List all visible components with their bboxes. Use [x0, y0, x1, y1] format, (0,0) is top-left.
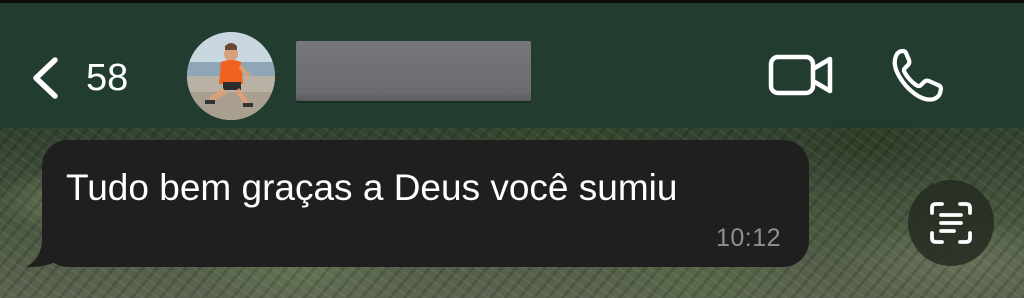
video-call-button[interactable] [768, 51, 834, 99]
voice-call-button[interactable] [890, 47, 948, 103]
chevron-left-icon [33, 57, 58, 99]
unread-count: 58 [86, 57, 129, 99]
contact-name-redacted[interactable] [296, 41, 531, 101]
scan-text-button[interactable] [908, 180, 994, 266]
chat-screen: 58 Tudo bem graças a Deus você sumiu 10:… [0, 0, 1024, 298]
message-bubble[interactable]: Tudo bem graças a Deus você sumiu 10:12 [42, 140, 809, 267]
message-text: Tudo bem graças a Deus você sumiu [66, 167, 678, 208]
avatar[interactable] [187, 32, 275, 120]
avatar-photo [187, 32, 275, 120]
message-time: 10:12 [715, 224, 781, 252]
scan-text-icon [930, 202, 972, 244]
video-camera-icon [768, 54, 833, 96]
phone-icon [892, 48, 944, 102]
back-button[interactable]: 58 [28, 51, 128, 105]
chat-header: 58 [0, 0, 1024, 128]
